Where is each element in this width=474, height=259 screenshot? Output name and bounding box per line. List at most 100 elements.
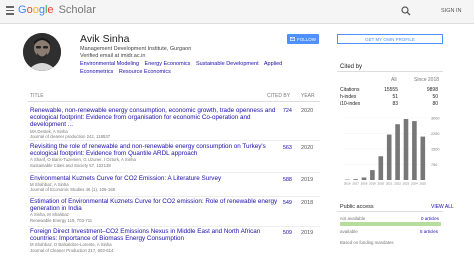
cited-by-divider	[337, 71, 443, 72]
row-divider	[28, 226, 320, 227]
citation-bar[interactable]	[378, 156, 384, 180]
pub-cited-count[interactable]: 724	[272, 108, 292, 114]
x-tick-label: 2022	[394, 182, 401, 186]
x-tick-label: 2023	[403, 182, 410, 186]
y-tick-label: 2250	[431, 132, 439, 136]
x-tick-label: 2025	[419, 182, 426, 186]
x-tick-label: 2019	[369, 182, 376, 186]
x-tick-label: 2018	[361, 182, 368, 186]
pub-title[interactable]: Renewable, non-renewable energy consumpt…	[30, 107, 278, 129]
available-count[interactable]: 5 articles	[420, 229, 438, 234]
stat-all: 15555	[384, 87, 398, 93]
y-tick-label: 1500	[431, 148, 439, 152]
stat-all: 83	[392, 101, 398, 107]
top-bar: Google Scholar SIGN IN	[0, 0, 474, 24]
mail-icon	[289, 37, 295, 41]
pub-cited-count[interactable]: 588	[272, 177, 292, 183]
stat-label: Citations	[340, 87, 360, 93]
table-row: Estimation of Environmental Kuznets Curv…	[30, 198, 278, 223]
table-row: Revisiting the role of renewable and non…	[30, 143, 278, 168]
x-tick-label: 2021	[386, 182, 393, 186]
get-my-profile-button[interactable]: GET MY OWN PROFILE	[337, 34, 443, 44]
sign-in-link[interactable]: SIGN IN	[441, 8, 461, 14]
follow-button[interactable]: FOLLOW	[287, 34, 319, 44]
pub-cited-count[interactable]: 509	[272, 230, 292, 236]
col-cited-header[interactable]: CITED BY	[267, 93, 290, 99]
stats-col-all: All	[391, 77, 397, 83]
citation-bar[interactable]	[420, 136, 426, 180]
row-divider	[28, 196, 320, 197]
cited-by-heading: Cited by	[340, 64, 363, 70]
stat-since: 50	[432, 94, 438, 100]
pub-title[interactable]: Foreign Direct Investment–CO2 Emissions …	[30, 228, 278, 242]
public-access-heading: Public access	[340, 204, 374, 210]
pub-venue: Journal of Cleaner Production 217, 603-6…	[30, 247, 114, 253]
not-available-count[interactable]: 0 articles	[421, 216, 439, 221]
citation-bar[interactable]	[403, 119, 409, 180]
citation-bar[interactable]	[412, 121, 417, 180]
pub-cited-count[interactable]: 549	[272, 200, 292, 206]
google-scholar-logo[interactable]: Google Scholar	[18, 4, 96, 16]
x-tick-label: 2020	[377, 182, 384, 186]
public-access-divider	[337, 211, 443, 212]
citation-bar[interactable]	[370, 170, 375, 180]
pub-cited-count[interactable]: 563	[272, 145, 292, 151]
stat-label: i10-index	[340, 101, 361, 107]
logo-scholar-text: Scholar	[58, 4, 96, 16]
profile-name: Avik Sinha	[80, 33, 130, 45]
col-year-header[interactable]: YEAR	[301, 93, 315, 99]
pub-year: 2020	[301, 145, 314, 151]
interest-link[interactable]: Environmental Modeling	[80, 61, 139, 67]
pub-venue: Journal of cleaner production 242, 11853…	[30, 133, 111, 139]
citation-bar[interactable]	[386, 134, 392, 180]
logo-letter: G	[18, 4, 27, 16]
citations-bar-chart: 3000225015007502016 2017 2018 2019 2020 2021 2…	[343, 117, 439, 186]
row-divider	[28, 172, 320, 173]
stats-col-since: Since 2018	[414, 77, 440, 83]
citation-bar[interactable]	[353, 179, 358, 180]
pub-year: 2019	[301, 177, 314, 183]
x-tick-label: 2024	[411, 182, 418, 186]
header-divider	[28, 101, 320, 102]
table-row: Foreign Direct Investment–CO2 Emissions …	[30, 228, 278, 253]
stat-since: 9898	[426, 87, 438, 93]
public-access-bar	[340, 222, 441, 226]
interest-link[interactable]: Resource Economics	[119, 69, 171, 75]
pub-title[interactable]: Revisiting the role of renewable and non…	[30, 143, 278, 157]
available-label: available	[340, 229, 358, 234]
interest-link[interactable]: Energy Economics	[145, 61, 191, 67]
pub-year: 2019	[301, 230, 314, 236]
col-title-header[interactable]: TITLE	[30, 93, 44, 99]
citation-bar[interactable]	[395, 124, 400, 180]
x-tick-label: 2016	[344, 182, 351, 186]
stat-all: 51	[392, 94, 398, 100]
not-available-label: not available	[340, 216, 366, 221]
menu-icon[interactable]	[6, 6, 14, 15]
profile-affiliation[interactable]: Management Development Institute, Gurgao…	[80, 46, 191, 52]
y-tick-label: 750	[431, 163, 437, 167]
pub-title[interactable]: Environmental Kuznets Curve for CO2 Emis…	[30, 175, 278, 182]
research-interests: Environmental Modeling Energy Economics …	[80, 61, 320, 76]
citation-bar[interactable]	[361, 177, 367, 180]
pub-venue: Journal of Economic Studies 46 (1), 106-…	[30, 187, 116, 193]
pub-year: 2020	[301, 108, 314, 114]
interest-link[interactable]: Sustainable Development	[196, 61, 259, 67]
profile-email: Verified email at imidr.ac.in	[80, 53, 146, 59]
funding-mandates-note: Based on funding mandates	[340, 240, 394, 245]
logo-letter: e	[47, 4, 54, 16]
x-tick-label: 2017	[352, 182, 359, 186]
pub-venue: Renewable Energy 119, 703-711	[30, 217, 93, 223]
pub-venue: Sustainable Cities and Society 57, 10213…	[30, 162, 111, 168]
view-all-link[interactable]: VIEW ALL	[431, 204, 454, 210]
avatar	[23, 33, 61, 71]
row-divider	[28, 140, 320, 141]
stat-label: h-index	[340, 94, 357, 100]
table-row: Renewable, non-renewable energy consumpt…	[30, 107, 278, 139]
pub-title[interactable]: Estimation of Environmental Kuznets Curv…	[30, 198, 278, 212]
follow-label: FOLLOW	[296, 36, 316, 42]
table-row: Environmental Kuznets Curve for CO2 Emis…	[30, 175, 278, 193]
search-icon[interactable]	[401, 6, 411, 16]
y-tick-label: 3000	[431, 117, 439, 121]
stat-since: 80	[432, 101, 438, 107]
pub-year: 2018	[301, 200, 314, 206]
